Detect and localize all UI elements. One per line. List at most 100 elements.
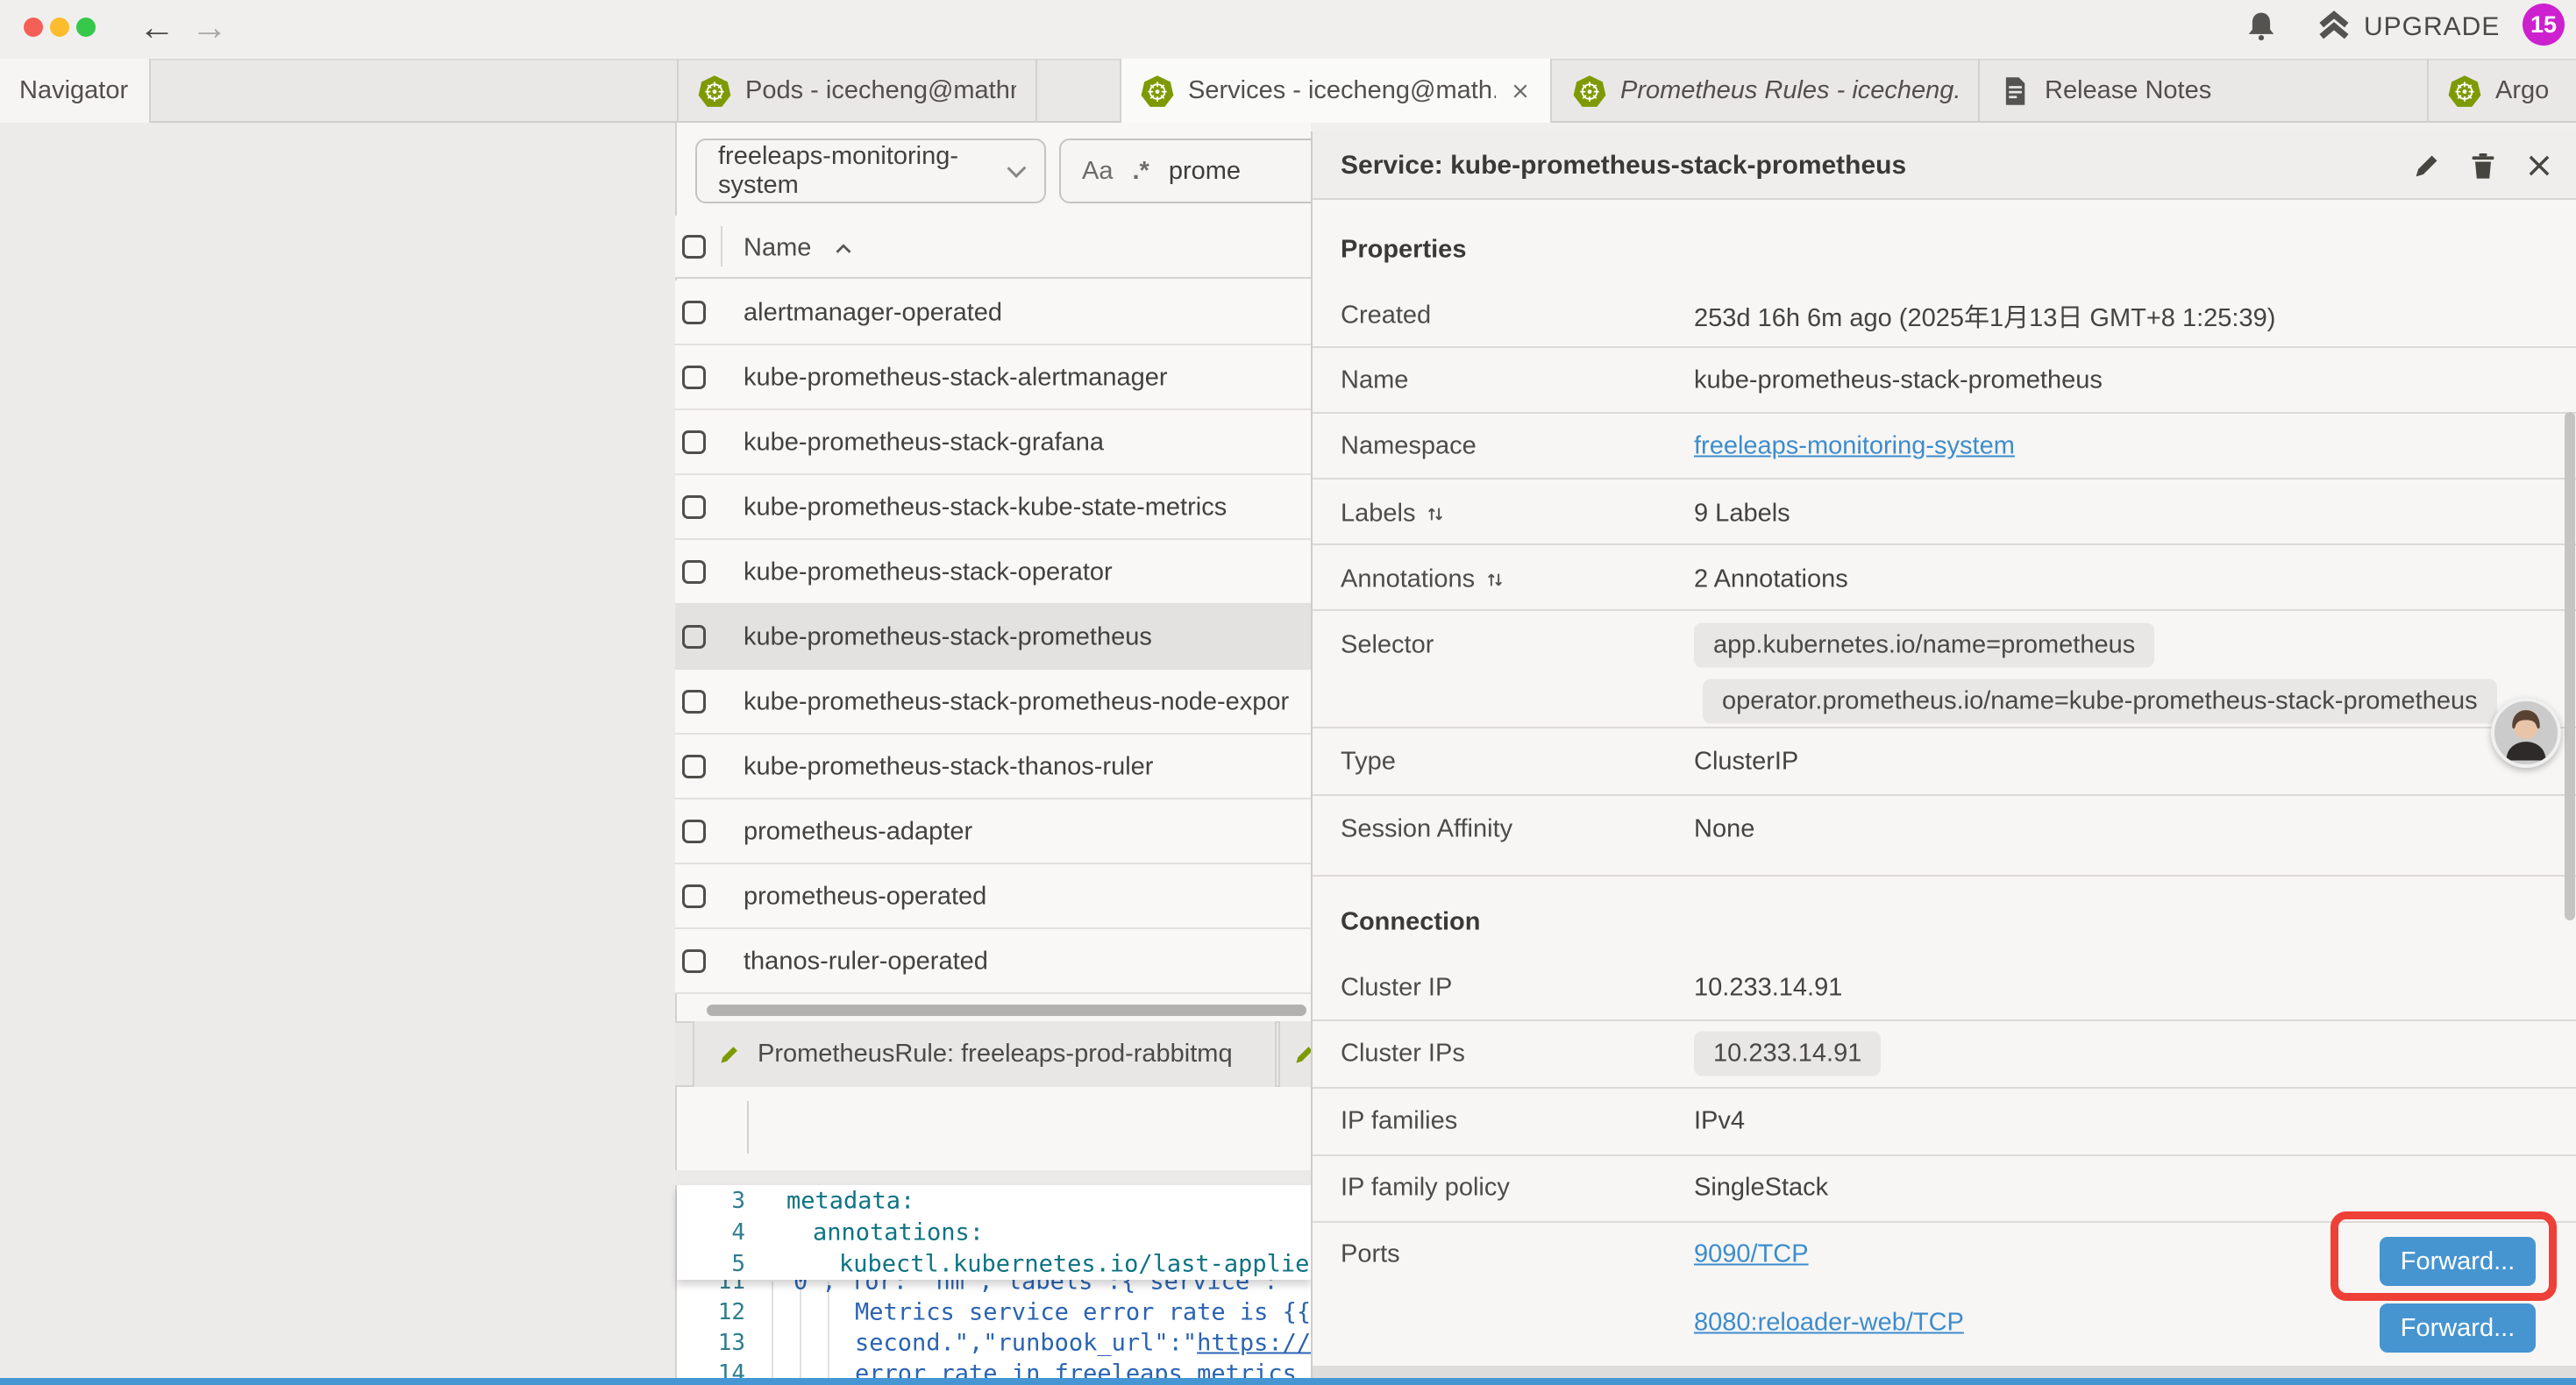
namespace-link[interactable]: freeleaps-monitoring-system (1694, 432, 2015, 461)
divider (747, 1101, 749, 1154)
row-checkbox[interactable] (682, 301, 706, 324)
editor-tab-partial[interactable] (1278, 1021, 1311, 1087)
port-link[interactable]: 9090/TCP (1694, 1240, 1809, 1269)
table-row[interactable]: kube-prometheus-stack-prometheus-node-ex… (675, 670, 1311, 735)
field-value[interactable]: 2 Annotations (1694, 565, 1848, 594)
minimize-window-button[interactable] (50, 18, 69, 37)
divider (721, 226, 722, 266)
close-panel-button[interactable] (2523, 150, 2555, 181)
divider (1313, 1154, 2576, 1156)
forward-button[interactable]: Forward... (2380, 1303, 2536, 1353)
field-value: 253d 16h 6m ago (2025年1月13日 GMT+8 1:25:3… (1694, 297, 2275, 334)
edit-button[interactable] (2411, 150, 2443, 181)
divider (1313, 1019, 2576, 1021)
indent-guide (828, 1282, 829, 1380)
table-row[interactable]: prometheus-operated (675, 864, 1311, 929)
table-row[interactable]: kube-prometheus-stack-operator (675, 540, 1311, 605)
navigator-sidebar (0, 123, 675, 1385)
table-row[interactable]: thanos-ruler-operated (675, 929, 1311, 994)
table-row[interactable]: alertmanager-operated (675, 281, 1311, 345)
row-checkbox[interactable] (682, 884, 706, 908)
table-row-selected[interactable]: kube-prometheus-stack-prometheus (675, 605, 1311, 670)
row-checkbox[interactable] (682, 625, 706, 649)
field-label: Cluster IP (1341, 974, 1452, 1003)
field-label: Ports (1341, 1240, 1400, 1269)
filter-query-text: prome (1169, 157, 1241, 186)
field-label: Session Affinity (1341, 815, 1512, 844)
row-checkbox[interactable] (682, 430, 706, 454)
filter-input[interactable]: Aa .* prome (1059, 138, 1333, 203)
row-checkbox[interactable] (682, 820, 706, 843)
delete-button[interactable] (2467, 150, 2499, 181)
namespace-select[interactable]: freeleaps-monitoring-system (695, 138, 1046, 203)
person-icon (2494, 701, 2558, 764)
row-checkbox[interactable] (682, 949, 706, 973)
notification-badge[interactable]: 15 (2523, 4, 2565, 46)
column-header-name[interactable]: Name (744, 234, 811, 263)
row-checkbox[interactable] (682, 690, 706, 714)
field-label: IP families (1341, 1107, 1457, 1136)
zoom-window-button[interactable] (76, 18, 96, 37)
divider (1313, 478, 2576, 479)
row-checkbox[interactable] (682, 755, 706, 778)
upgrade-button[interactable]: UPGRADE (2364, 12, 2500, 42)
back-button[interactable]: ← (139, 9, 175, 46)
match-case-icon[interactable]: Aa (1082, 157, 1113, 186)
editor-tab-prometheusrule[interactable]: PrometheusRule: freeleaps-prod-rabbitmq (693, 1021, 1277, 1087)
tab-services[interactable]: Services - icecheng@math... (1120, 59, 1552, 123)
divider (1313, 346, 2576, 348)
bell-icon[interactable] (2245, 10, 2278, 43)
table-row[interactable]: prometheus-adapter (675, 799, 1311, 864)
field-label: Namespace (1341, 432, 1477, 461)
close-tab-icon[interactable] (1510, 81, 1531, 102)
divider (1313, 794, 2576, 796)
kubernetes-icon (1141, 75, 1174, 108)
divider (1313, 727, 2576, 728)
horizontal-scrollbar[interactable] (707, 1005, 1306, 1016)
tab-prometheus-rules[interactable]: Prometheus Rules - icecheng... (1554, 59, 1980, 123)
table-row[interactable]: kube-prometheus-stack-kube-state-metrics (675, 475, 1311, 540)
sort-ascending-icon[interactable] (833, 238, 854, 259)
field-value: kube-prometheus-stack-prometheus (1694, 366, 2103, 395)
divider (1313, 609, 2576, 611)
divider (1313, 1087, 2576, 1089)
sort-icon[interactable] (1485, 570, 1505, 589)
selector-chip: app.kubernetes.io/name=prometheus (1694, 623, 2154, 668)
row-checkbox[interactable] (682, 495, 706, 519)
row-checkbox[interactable] (682, 560, 706, 584)
divider (1313, 412, 2576, 414)
detail-title: Service: kube-prometheus-stack-prometheu… (1341, 151, 1906, 181)
table-row[interactable]: kube-prometheus-stack-thanos-ruler (675, 735, 1311, 799)
field-label: Name (1341, 366, 1408, 395)
field-label: IP family policy (1341, 1174, 1510, 1203)
port-link[interactable]: 8080:reloader-web/TCP (1694, 1309, 1964, 1338)
divider (1313, 543, 2576, 545)
table-row[interactable]: kube-prometheus-stack-grafana (675, 410, 1311, 475)
cluster-ip-chip: 10.233.14.91 (1694, 1032, 1881, 1076)
tab-pods[interactable]: Pods - icecheng@mathmas... (677, 59, 1037, 123)
sort-icon[interactable] (1426, 504, 1445, 523)
select-all-checkbox[interactable] (682, 235, 706, 259)
field-label: Selector (1341, 631, 1434, 660)
regex-icon[interactable]: .* (1132, 157, 1149, 186)
tab-argo[interactable]: Argo Se (2429, 59, 2576, 123)
panel-scrollbar[interactable] (2565, 412, 2575, 920)
tab-navigator[interactable]: Navigator (0, 59, 151, 123)
field-label: Labels (1341, 500, 1445, 529)
field-label: Type (1341, 748, 1396, 777)
close-window-button[interactable] (24, 18, 43, 37)
tab-release-notes[interactable]: Release Notes (1980, 59, 2429, 123)
divider (1313, 875, 2576, 877)
field-label: Annotations (1341, 565, 1505, 594)
avatar[interactable] (2491, 698, 2561, 768)
field-value: SingleStack (1694, 1174, 1828, 1203)
properties-heading: Properties (1341, 236, 1466, 265)
selector-chip: operator.prometheus.io/name=kube-prometh… (1703, 679, 2497, 724)
table-row[interactable]: kube-prometheus-stack-alertmanager (675, 345, 1311, 410)
window-titlebar (0, 0, 2576, 59)
upgrade-double-chevron-icon[interactable] (2316, 11, 2352, 44)
field-label: Cluster IPs (1341, 1040, 1465, 1069)
field-value[interactable]: 9 Labels (1694, 500, 1790, 529)
row-checkbox[interactable] (682, 366, 706, 389)
forward-button[interactable]: → (191, 9, 228, 46)
